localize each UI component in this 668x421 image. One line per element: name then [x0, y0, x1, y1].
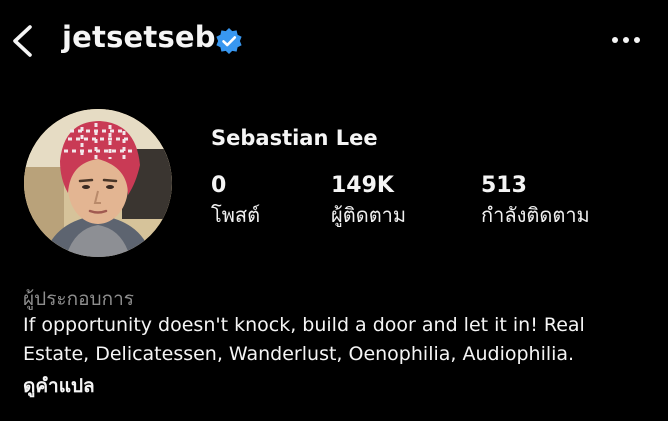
profile-full-name: Sebastian Lee	[211, 126, 378, 150]
top-bar: jetsetseb	[0, 0, 668, 80]
chevron-left-icon	[13, 25, 32, 57]
profile-username: jetsetseb	[62, 20, 216, 54]
following-label: กำลังติดตาม	[481, 203, 590, 227]
more-horizontal-icon	[612, 37, 640, 43]
posts-label: โพสต์	[211, 203, 261, 227]
see-translation-link[interactable]: ดูคำแปล	[23, 371, 95, 401]
bio-line: If opportunity doesn't knock, build a do…	[23, 314, 585, 336]
profile-category: ผู้ประกอบการ	[23, 288, 134, 310]
verified-badge-icon	[214, 27, 244, 57]
more-options-button[interactable]	[606, 26, 646, 54]
posts-stat[interactable]: 0 โพสต์	[211, 172, 260, 230]
profile-bio: If opportunity doesn't knock, build a do…	[23, 311, 668, 369]
following-count: 513	[481, 173, 527, 198]
followers-count: 149K	[331, 173, 394, 198]
following-stat[interactable]: 513 กำลังติดตาม	[481, 172, 590, 230]
followers-label: ผู้ติดตาม	[331, 203, 407, 227]
avatar[interactable]	[24, 109, 172, 257]
followers-stat[interactable]: 149K ผู้ติดตาม	[331, 172, 406, 230]
posts-count: 0	[211, 173, 227, 198]
back-button[interactable]	[6, 22, 42, 60]
bio-line: Estate, Delicatessen, Wanderlust, Oenoph…	[23, 343, 575, 365]
